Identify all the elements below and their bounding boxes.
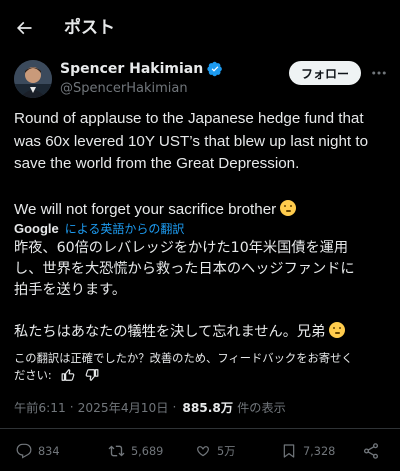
meta-separator: · — [69, 400, 74, 414]
author-handle[interactable]: @SpencerHakimian — [60, 81, 188, 96]
tweet-line: was 60x levered 10Y UST’s that blew up l… — [14, 132, 369, 150]
translated-text: 昨夜、60倍のレバレッジをかけた10年米国債を運用 し、世界を大恐慌から救った日… — [14, 238, 386, 343]
follow-button[interactable]: フォロー — [289, 61, 361, 85]
more-options-button[interactable] — [367, 63, 391, 83]
translated-line: し、世界を大恐慌から救った日本のヘッジファンドに — [14, 261, 355, 277]
share-icon — [363, 443, 379, 459]
avatar[interactable] — [14, 60, 52, 98]
like-button[interactable]: 5万 — [195, 441, 236, 461]
like-count: 5万 — [217, 445, 236, 458]
view-count-label: 件の表示 — [237, 401, 286, 415]
post-meta: 午前6:11 · 2025年4月10日 · 885.8万 件の表示 — [14, 398, 286, 416]
bookmark-icon — [283, 444, 295, 458]
translated-line-text: 私たちはあなたの犠牲を決して忘れません。兄弟 — [14, 324, 326, 340]
bookmark-button[interactable]: 7,328 — [281, 441, 335, 461]
repost-count: 5,689 — [131, 444, 164, 458]
feedback-question-tail: ださい: — [14, 369, 52, 382]
author-name-row: Spencer Hakimian — [60, 61, 223, 77]
translated-line: 拍手を送ります。 — [14, 282, 127, 298]
feedback-question-cont: ださい: — [14, 367, 386, 384]
translated-line: 私たちはあなたの犠牲を決して忘れません。兄弟 — [14, 322, 386, 343]
thumbs-down-icon — [85, 369, 99, 381]
translation-header: Google による英語からの翻訳 — [14, 220, 184, 237]
google-logo: Google — [14, 221, 59, 236]
tweet-line: We will not forget your sacrifice brothe… — [14, 199, 386, 222]
post-date[interactable]: 2025年4月10日 — [78, 398, 169, 416]
tweet-line: save the world from the Great Depression… — [14, 155, 300, 172]
translation-source-link[interactable]: による英語からの翻訳 — [65, 220, 185, 237]
translated-line: 昨夜、60倍のレバレッジをかけた10年米国債を運用 — [14, 240, 349, 256]
tweet-text: Round of applause to the Japanese hedge … — [14, 108, 386, 221]
post-time[interactable]: 午前6:11 — [14, 398, 66, 416]
saluting-face-emoji — [280, 199, 297, 216]
bookmark-count: 7,328 — [303, 444, 336, 458]
tweet-line: Round of applause to the Japanese hedge … — [14, 110, 364, 127]
share-button[interactable] — [362, 441, 380, 461]
avatar-photo — [14, 60, 52, 98]
back-button[interactable] — [10, 14, 38, 42]
reply-count: 834 — [38, 444, 60, 458]
repost-icon — [108, 445, 125, 457]
thumbs-up-icon — [61, 369, 75, 381]
reply-button[interactable]: 834 — [16, 441, 60, 461]
arrow-left-icon — [16, 21, 32, 35]
more-horizontal-icon — [372, 71, 386, 75]
saluting-face-emoji — [329, 322, 346, 338]
author-name[interactable]: Spencer Hakimian — [60, 61, 203, 77]
meta-separator: · — [172, 400, 177, 414]
thumbs-up-button[interactable] — [60, 368, 76, 382]
action-bar: 834 5,689 5万 7,328 — [0, 441, 400, 461]
thumbs-down-button[interactable] — [84, 368, 100, 382]
heart-icon — [197, 446, 209, 457]
divider — [0, 428, 400, 429]
reply-icon — [16, 443, 32, 459]
feedback-question: この翻訳は正確でしたか？改善のため、フィードバックをお寄せく — [14, 352, 353, 365]
translation-feedback: この翻訳は正確でしたか？改善のため、フィードバックをお寄せく ださい: — [14, 350, 386, 384]
top-bar: ポスト — [0, 0, 400, 54]
page-title: ポスト — [64, 18, 115, 38]
verified-badge-icon — [207, 61, 223, 77]
tweet-line-text: We will not forget your sacrifice brothe… — [14, 200, 277, 218]
repost-button[interactable]: 5,689 — [108, 441, 163, 461]
view-count: 885.8万 — [182, 401, 234, 415]
